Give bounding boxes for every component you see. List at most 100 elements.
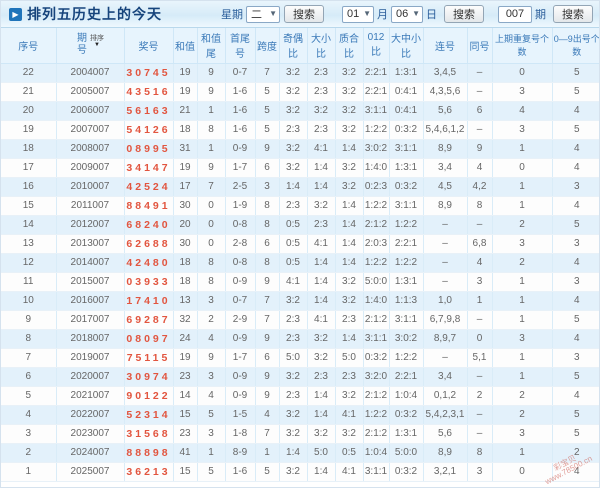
sort-down-arrow-icon: ▼ xyxy=(94,42,100,49)
issue-input[interactable] xyxy=(498,5,532,23)
col-header-label: 大中小比 xyxy=(391,34,421,61)
cell-hezhiwei: 2 xyxy=(197,310,226,330)
cell-qihao: 2022007 xyxy=(56,405,125,425)
cell-zhihebi: 3:2 xyxy=(335,82,364,102)
sort-icon[interactable]: 排序 ▼ xyxy=(90,35,104,49)
table-row: 2 2024007 88898 41 1 8-9 1 1:4 5:0 0:5 1:0:4 5:0:0 8… xyxy=(1,443,599,463)
weekday-select-value: 二 xyxy=(251,9,262,21)
cell-xuhao: 16 xyxy=(1,177,57,197)
cell-hezhi: 15 xyxy=(173,405,198,425)
cell-jioubi: 2:3 xyxy=(279,329,308,349)
cell-jioubi: 3:2 xyxy=(279,82,308,102)
cell-repeat: 1 xyxy=(492,291,553,311)
cell-daxiaobi: 1:4 xyxy=(307,272,336,292)
col-header-qihao[interactable]: 期号 排序 ▼ xyxy=(56,28,125,64)
cell-shouweihao: 1-7 xyxy=(225,158,256,178)
cell-lianhao: 0,1,2 xyxy=(423,386,468,406)
weekday-select[interactable]: 二 ▼ xyxy=(246,5,280,23)
cell-hezhiwei: 5 xyxy=(197,405,226,425)
cell-bi012: 0:3:2 xyxy=(363,348,390,368)
table-body: 22 2004007 30745 19 9 0-7 7 3:2 2:3 3:2 2:2:1 1:3:1… xyxy=(1,63,599,482)
cell-hezhiwei: 7 xyxy=(197,177,226,197)
cell-tonghao: 1 xyxy=(467,291,493,311)
search-controls: 星期 二 ▼ 搜索 01 ▼ 月 06 ▼ 日 搜索 007 期 搜索 xyxy=(218,5,593,23)
cell-jianghao: 90122 xyxy=(124,386,174,406)
cell-jianghao: 68240 xyxy=(124,215,174,235)
col-header-bi012: 012比 xyxy=(363,28,390,64)
cell-repeat: 0 xyxy=(492,462,553,482)
cell-kuadu: 9 xyxy=(255,139,280,159)
cell-repeat: 1 xyxy=(492,367,553,387)
month-select[interactable]: 01 ▼ xyxy=(342,5,374,23)
cell-tonghao: 8 xyxy=(467,196,493,216)
cell-zhihebi: 5:0 xyxy=(335,348,364,368)
cell-daxiaobi: 2:3 xyxy=(307,82,336,102)
cell-hezhi: 30 xyxy=(173,234,198,254)
cell-xuhao: 11 xyxy=(1,272,57,292)
cell-daxiaobi: 4:1 xyxy=(307,310,336,330)
cell-hezhiwei: 3 xyxy=(197,367,226,387)
cell-hezhiwei: 8 xyxy=(197,253,226,273)
table-row: 15 2011007 88491 30 0 1-9 8 2:3 3:2 1:4 1:2:2 3:1:1… xyxy=(1,196,599,216)
cell-qihao: 2017007 xyxy=(56,310,125,330)
cell-dazhongxiaobi: 3:1:1 xyxy=(389,139,424,159)
cell-lianhao: – xyxy=(423,348,468,368)
issue-search-button[interactable]: 搜索 xyxy=(553,5,593,23)
cell-zhihebi: 1:4 xyxy=(335,253,364,273)
cell-hezhiwei: 9 xyxy=(197,348,226,368)
cell-zhihebi: 3:2 xyxy=(335,158,364,178)
cell-jianghao: 42480 xyxy=(124,253,174,273)
cell-xuhao: 21 xyxy=(1,82,57,102)
cell-xuhao: 12 xyxy=(1,253,57,273)
cell-xuhao: 15 xyxy=(1,196,57,216)
page-title: 排列五历史上的今天 xyxy=(27,6,162,22)
day-label: 日 xyxy=(426,9,437,21)
cell-zhihebi: 3:2 xyxy=(335,424,364,444)
cell-hezhiwei: 9 xyxy=(197,82,226,102)
table-row: 12 2014007 42480 18 8 0-8 8 0:5 1:4 1:4 1:2:2 1:2:2… xyxy=(1,253,599,273)
day-select[interactable]: 06 ▼ xyxy=(391,5,423,23)
table-row: 8 2018007 08097 24 4 0-9 9 2:3 3:2 1:4 3:1:1 3:0:2 8… xyxy=(1,329,599,349)
table-row: 1 2025007 36213 15 5 1-6 5 3:2 1:4 4:1 3:1:1 0:3:2 3… xyxy=(1,462,599,482)
cell-bi012: 1:4:0 xyxy=(363,291,390,311)
cell-dazhongxiaobi: 1:2:2 xyxy=(389,348,424,368)
cell-count09: 4 xyxy=(552,101,599,121)
cell-kuadu: 5 xyxy=(255,462,280,482)
cell-repeat: 1 xyxy=(492,310,553,330)
cell-hezhiwei: 5 xyxy=(197,462,226,482)
col-header-tonghao: 同号 xyxy=(467,28,493,64)
cell-jianghao: 30974 xyxy=(124,367,174,387)
col-header-dazhongxiaobi: 大中小比 xyxy=(389,28,424,64)
cell-zhihebi: 1:4 xyxy=(335,196,364,216)
cell-xuhao: 6 xyxy=(1,367,57,387)
weekday-search-group: 星期 二 ▼ 搜索 xyxy=(218,5,324,23)
cell-shouweihao: 0-9 xyxy=(225,139,256,159)
cell-daxiaobi: 1:4 xyxy=(307,462,336,482)
date-search-button[interactable]: 搜索 xyxy=(444,5,484,23)
cell-hezhi: 31 xyxy=(173,139,198,159)
cell-zhihebi: 1:4 xyxy=(335,215,364,235)
col-header-hezhiwei: 和值尾 xyxy=(197,28,226,64)
cell-repeat: 1 xyxy=(492,177,553,197)
cell-qihao: 2014007 xyxy=(56,253,125,273)
cell-shouweihao: 0-7 xyxy=(225,63,256,83)
weekday-search-button[interactable]: 搜索 xyxy=(284,5,324,23)
cell-zhihebi: 1:4 xyxy=(335,234,364,254)
cell-tonghao: – xyxy=(467,120,493,140)
cell-tonghao: 0 xyxy=(467,329,493,349)
cell-hezhi: 23 xyxy=(173,424,198,444)
cell-hezhiwei: 1 xyxy=(197,139,226,159)
cell-daxiaobi: 3:2 xyxy=(307,424,336,444)
cell-kuadu: 9 xyxy=(255,367,280,387)
cell-hezhi: 13 xyxy=(173,291,198,311)
cell-zhihebi: 2:3 xyxy=(335,310,364,330)
cell-zhihebi: 3:2 xyxy=(335,101,364,121)
day-select-value: 06 xyxy=(396,8,409,20)
cell-xuhao: 17 xyxy=(1,158,57,178)
cell-jioubi: 0:5 xyxy=(279,253,308,273)
cell-shouweihao: 1-6 xyxy=(225,120,256,140)
cell-jianghao: 17410 xyxy=(124,291,174,311)
cell-tonghao: 4 xyxy=(467,158,493,178)
cell-jioubi: 3:2 xyxy=(279,139,308,159)
cell-daxiaobi: 1:4 xyxy=(307,158,336,178)
